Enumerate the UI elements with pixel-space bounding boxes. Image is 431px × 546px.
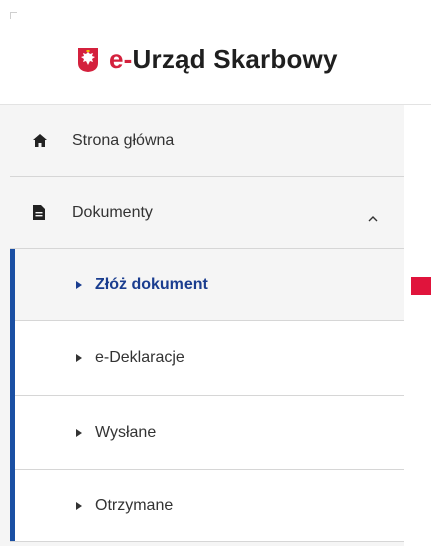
app-title: e-Urząd Skarbowy: [109, 44, 338, 75]
sidebar-subitem-label: Otrzymane: [95, 496, 174, 514]
home-icon: [33, 134, 47, 147]
sidebar-subitem-sent[interactable]: Wysłane: [10, 396, 404, 470]
main-content: [404, 105, 431, 546]
corner-mark: [10, 12, 17, 19]
sidebar-subitem-received[interactable]: Otrzymane: [10, 470, 404, 542]
active-section-bar: [10, 249, 15, 541]
triangle-bullet-icon: [76, 280, 82, 289]
triangle-bullet-icon: [76, 354, 82, 362]
sidebar-item-label: Dokumenty: [72, 203, 153, 221]
sidebar-item-label: Strona główna: [72, 131, 175, 149]
chevron-up-icon[interactable]: [368, 209, 378, 227]
document-icon: [33, 205, 45, 220]
title-main: Urząd Skarbowy: [132, 44, 338, 74]
brand[interactable]: e-Urząd Skarbowy: [77, 44, 338, 75]
sidebar-item-home[interactable]: Strona główna: [10, 105, 404, 177]
sidebar-subitem-submit-document[interactable]: Złóż dokument: [10, 249, 404, 321]
triangle-bullet-icon: [76, 501, 82, 510]
sidebar-subitem-label: Złóż dokument: [95, 275, 208, 293]
polish-eagle-icon: [78, 47, 98, 72]
triangle-bullet-icon: [76, 428, 82, 437]
sidebar-subitem-label: e-Deklaracje: [95, 349, 185, 366]
red-marker: [411, 277, 431, 295]
sidebar-subitem-e-declarations[interactable]: e-Deklaracje: [10, 321, 404, 396]
title-prefix: e-: [109, 44, 133, 74]
sidebar-item-documents[interactable]: Dokumenty: [10, 177, 404, 249]
sidebar-subitem-label: Wysłane: [95, 423, 157, 441]
